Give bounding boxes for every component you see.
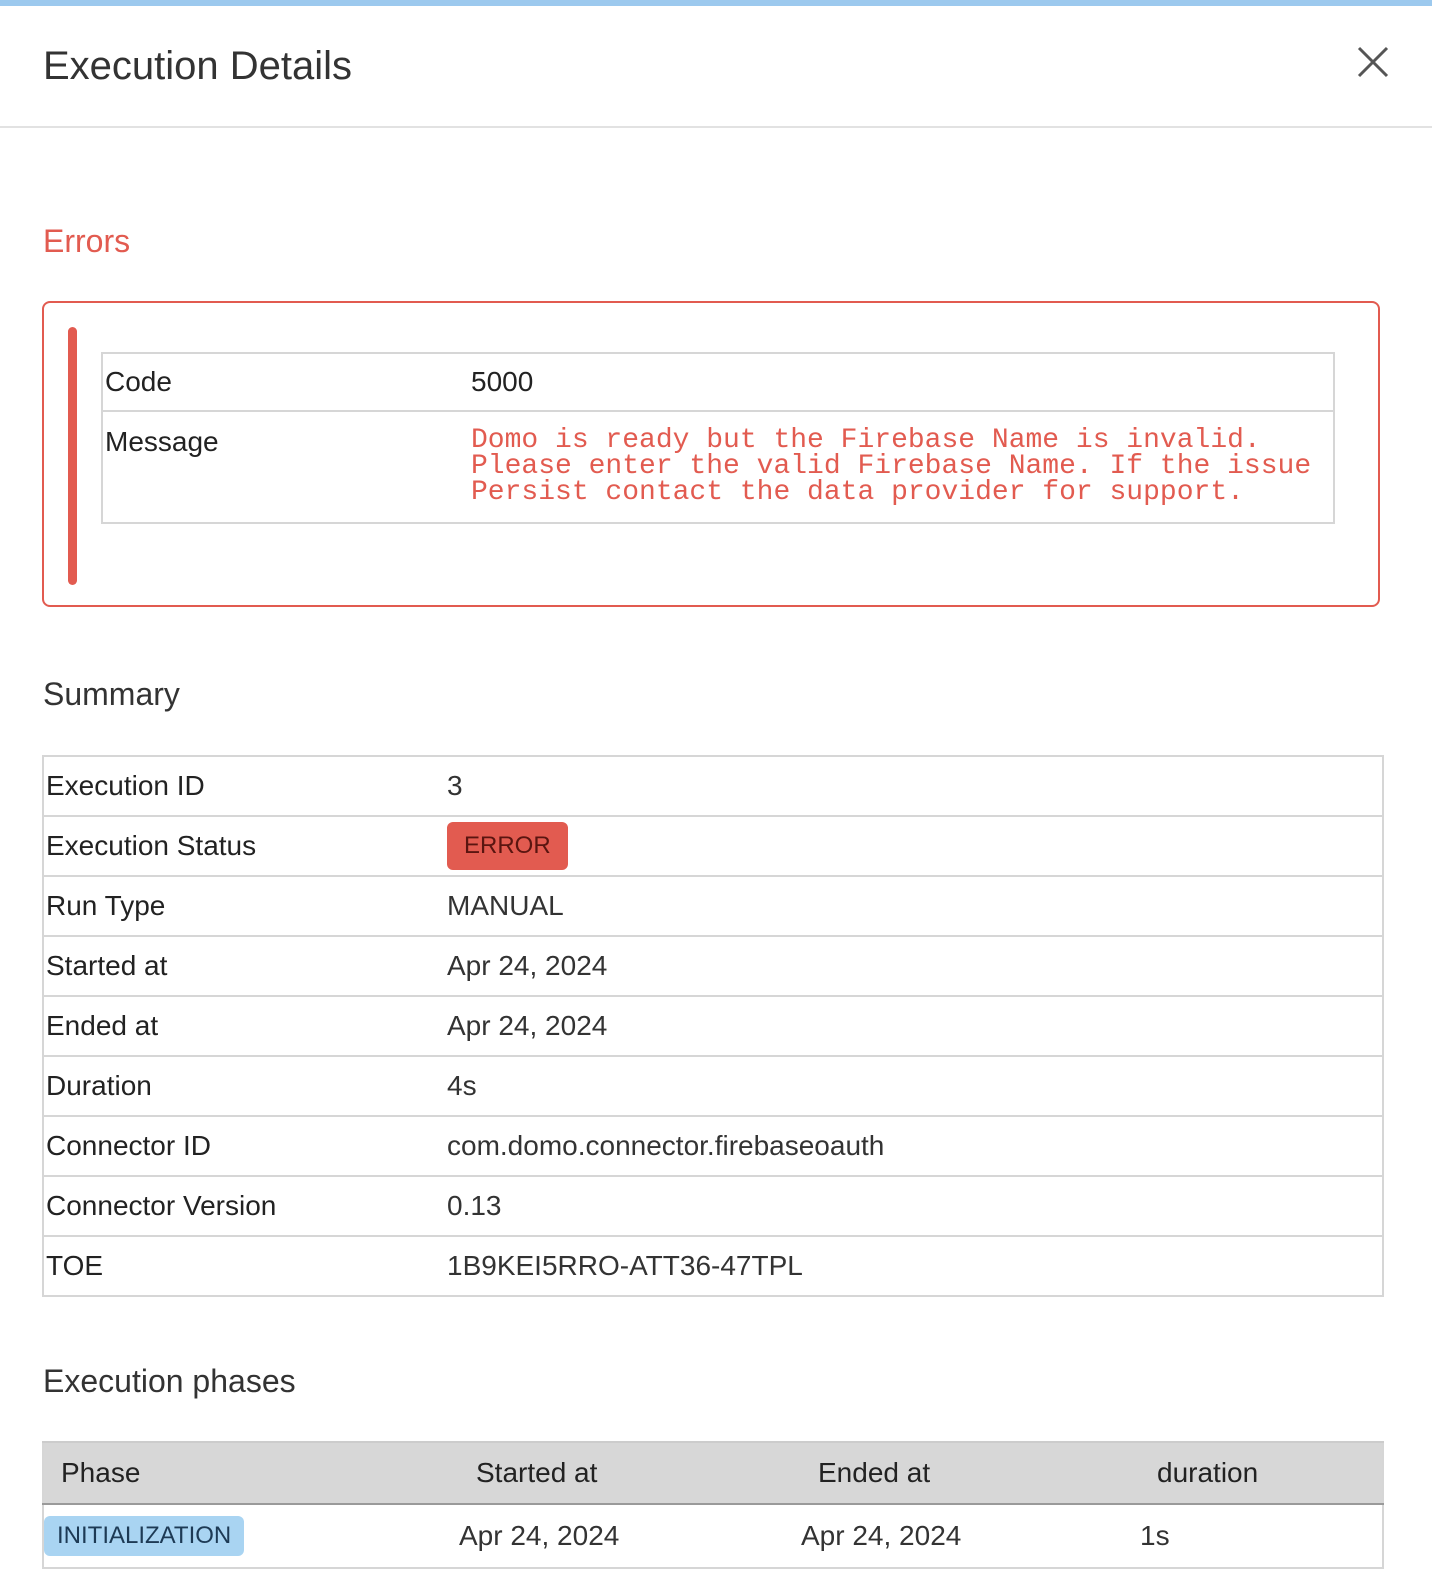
error-message-value: Domo is ready but the Firebase Name is i… bbox=[471, 425, 1312, 508]
modal-title: Execution Details bbox=[43, 44, 353, 88]
column-header-phase[interactable]: Phase bbox=[43, 1441, 459, 1505]
summary-value: MANUAL bbox=[447, 875, 1383, 936]
errors-heading: Errors bbox=[43, 223, 131, 259]
error-code-label: Code bbox=[105, 366, 172, 397]
summary-row-started-at: Started at Apr 24, 2024 bbox=[43, 935, 1383, 996]
close-button[interactable] bbox=[1350, 42, 1396, 88]
summary-row-execution-status: Execution Status ERROR bbox=[43, 815, 1383, 876]
phases-table: Phase Started at Ended at duration INITI… bbox=[42, 1441, 1384, 1569]
status-badge: ERROR bbox=[447, 822, 568, 870]
column-header-ended-at[interactable]: Ended at bbox=[801, 1441, 1140, 1505]
error-row-code: Code 5000 bbox=[101, 352, 1335, 412]
phases-header-row: Phase Started at Ended at duration bbox=[43, 1441, 1383, 1505]
summary-row-toe: TOE 1B9KEI5RRO-ATT36-47TPL bbox=[43, 1235, 1383, 1296]
error-message-label: Message bbox=[105, 426, 219, 457]
summary-label: Connector ID bbox=[43, 1115, 447, 1176]
phase-duration: 1s bbox=[1140, 1504, 1383, 1569]
summary-label: TOE bbox=[43, 1235, 447, 1296]
phase-started-at: Apr 24, 2024 bbox=[459, 1504, 801, 1569]
summary-table: Execution ID 3 Execution Status ERROR Ru… bbox=[42, 755, 1384, 1297]
summary-heading: Summary bbox=[43, 676, 180, 712]
summary-value: com.domo.connector.firebaseoauth bbox=[447, 1115, 1383, 1176]
summary-row-connector-id: Connector ID com.domo.connector.firebase… bbox=[43, 1115, 1383, 1176]
summary-label: Run Type bbox=[43, 875, 447, 936]
table-row: INITIALIZATION Apr 24, 2024 Apr 24, 2024… bbox=[43, 1504, 1383, 1569]
summary-row-duration: Duration 4s bbox=[43, 1055, 1383, 1116]
summary-row-ended-at: Ended at Apr 24, 2024 bbox=[43, 995, 1383, 1056]
summary-label: Started at bbox=[43, 935, 447, 996]
modal-header: Execution Details bbox=[0, 6, 1432, 128]
summary-row-run-type: Run Type MANUAL bbox=[43, 875, 1383, 936]
error-card: Code 5000 Message Domo is ready but the … bbox=[42, 301, 1380, 607]
summary-row-execution-id: Execution ID 3 bbox=[43, 756, 1383, 816]
phase-ended-at: Apr 24, 2024 bbox=[801, 1504, 1140, 1569]
error-table: Code 5000 Message Domo is ready but the … bbox=[101, 352, 1335, 524]
column-header-duration[interactable]: duration bbox=[1140, 1441, 1383, 1505]
summary-label: Execution ID bbox=[46, 770, 205, 801]
error-accent-bar bbox=[68, 327, 77, 585]
summary-label: Execution Status bbox=[43, 815, 447, 876]
phases-heading: Execution phases bbox=[43, 1363, 296, 1399]
error-code-value: 5000 bbox=[471, 366, 534, 397]
summary-value: 3 bbox=[447, 770, 463, 801]
column-header-started-at[interactable]: Started at bbox=[459, 1441, 801, 1505]
close-icon bbox=[1357, 46, 1389, 78]
summary-label: Ended at bbox=[43, 995, 447, 1056]
error-row-message: Message Domo is ready but the Firebase N… bbox=[101, 410, 1335, 524]
summary-value: Apr 24, 2024 bbox=[447, 935, 1383, 996]
summary-value: 4s bbox=[447, 1055, 1383, 1116]
phase-badge: INITIALIZATION bbox=[44, 1516, 245, 1556]
summary-label: Connector Version bbox=[43, 1175, 447, 1236]
summary-value: 1B9KEI5RRO-ATT36-47TPL bbox=[447, 1235, 1383, 1296]
summary-value: Apr 24, 2024 bbox=[447, 995, 1383, 1056]
summary-label: Duration bbox=[43, 1055, 447, 1116]
execution-details-modal: Execution Details Errors Code 5000 Messa… bbox=[0, 0, 1432, 1570]
summary-value: 0.13 bbox=[447, 1175, 1383, 1236]
summary-row-connector-version: Connector Version 0.13 bbox=[43, 1175, 1383, 1236]
